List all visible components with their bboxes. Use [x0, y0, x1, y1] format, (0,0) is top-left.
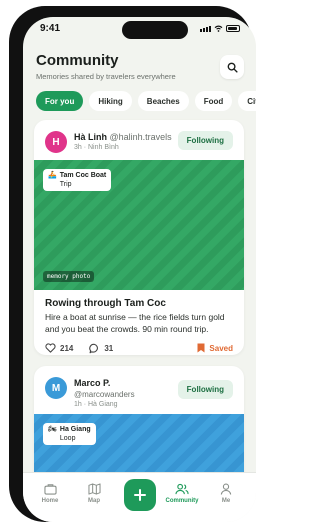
tab-label: Map — [88, 498, 100, 504]
author-name-line: Marco P. — [74, 378, 110, 388]
bag-icon — [43, 484, 57, 495]
following-button[interactable]: Following — [177, 131, 233, 150]
tab-community[interactable]: Community — [165, 483, 199, 504]
comment-icon — [89, 343, 99, 353]
author-name[interactable]: Hà Linh — [74, 132, 107, 142]
post-card[interactable]: H Hà Linh @halinh.travels 3h · Ninh Bình… — [34, 120, 244, 355]
search-button[interactable] — [220, 55, 244, 79]
status-icons — [200, 25, 240, 32]
author-handle: @marcowanders — [74, 390, 135, 399]
saved-label: Saved — [209, 343, 233, 353]
post-meta: 1h · Hà Giang — [74, 401, 118, 408]
heart-icon — [45, 343, 56, 353]
tab-map[interactable]: Map — [79, 483, 109, 504]
add-post-button[interactable] — [124, 479, 156, 511]
phone-frame: 9:41 Community Memories shared by travel… — [9, 6, 256, 522]
app-screen: 9:41 Community Memories shared by travel… — [23, 17, 256, 522]
dynamic-island — [122, 21, 188, 39]
tab-label: Me — [221, 498, 231, 504]
place-tag[interactable]: 🚣 Tam Coc Boat Trip — [43, 169, 112, 191]
bookmark-icon — [197, 343, 205, 353]
post-photo[interactable]: 🚣 Tam Coc Boat Trip memory photo — [34, 160, 244, 290]
place-name-line2: Loop — [59, 435, 76, 442]
comment-count: 31 — [104, 343, 114, 353]
post-title: Rowing through Tam Coc — [45, 298, 166, 309]
author-name[interactable]: Marco P. — [74, 378, 110, 388]
chip-beaches[interactable]: Beaches — [137, 91, 189, 111]
chip-for-you[interactable]: For you — [36, 91, 84, 111]
wifi-icon — [214, 25, 223, 32]
post-actions: 214 31 Saved — [45, 342, 233, 354]
person-icon — [220, 483, 232, 495]
avatar[interactable]: H — [45, 131, 67, 153]
avatar[interactable]: M — [45, 377, 67, 399]
boat-icon: 🚣 — [48, 172, 57, 179]
place-name: Ha Giang — [59, 426, 91, 433]
tab-me[interactable]: Me — [211, 483, 241, 504]
filter-chips: For you Hiking Beaches Food City — [36, 91, 256, 111]
like-count: 214 — [60, 343, 74, 353]
tab-home[interactable]: Home — [35, 483, 65, 504]
following-button[interactable]: Following — [177, 380, 233, 399]
place-tag[interactable]: 🏍 Ha Giang Loop — [43, 423, 96, 445]
like-button[interactable]: 214 — [45, 343, 73, 353]
plus-icon — [134, 489, 146, 501]
page-title: Community — [36, 52, 119, 69]
page-subtitle: Memories shared by travelers everywhere — [36, 72, 176, 81]
chip-city[interactable]: City — [238, 91, 256, 111]
battery-icon — [226, 25, 240, 32]
status-time: 9:41 — [40, 23, 61, 34]
comment-button[interactable]: 31 — [89, 343, 113, 354]
map-icon — [87, 483, 101, 495]
tab-label: Home — [41, 498, 59, 504]
search-icon — [227, 62, 238, 73]
post-meta: 3h · Ninh Bình — [74, 144, 119, 151]
people-icon — [175, 483, 189, 495]
bottom-tab-bar: Home Map Community Me — [23, 472, 256, 522]
chip-hiking[interactable]: Hiking — [89, 91, 132, 111]
place-name: Tam Coc Boat — [59, 172, 107, 179]
memory-photo-badge: memory photo — [43, 271, 95, 282]
author-handle: @halinh.travels — [109, 132, 172, 142]
post-body: Hire a boat at sunrise — the rice fields… — [45, 312, 225, 334]
author-line: Hà Linh @halinh.travels — [74, 132, 172, 142]
signal-icon — [200, 26, 211, 32]
tab-label: Community — [165, 498, 199, 504]
motorbike-icon: 🏍 — [48, 426, 57, 433]
chip-food[interactable]: Food — [194, 91, 233, 111]
place-name-line2: Trip — [59, 181, 72, 188]
saved-button[interactable]: Saved — [197, 343, 233, 353]
